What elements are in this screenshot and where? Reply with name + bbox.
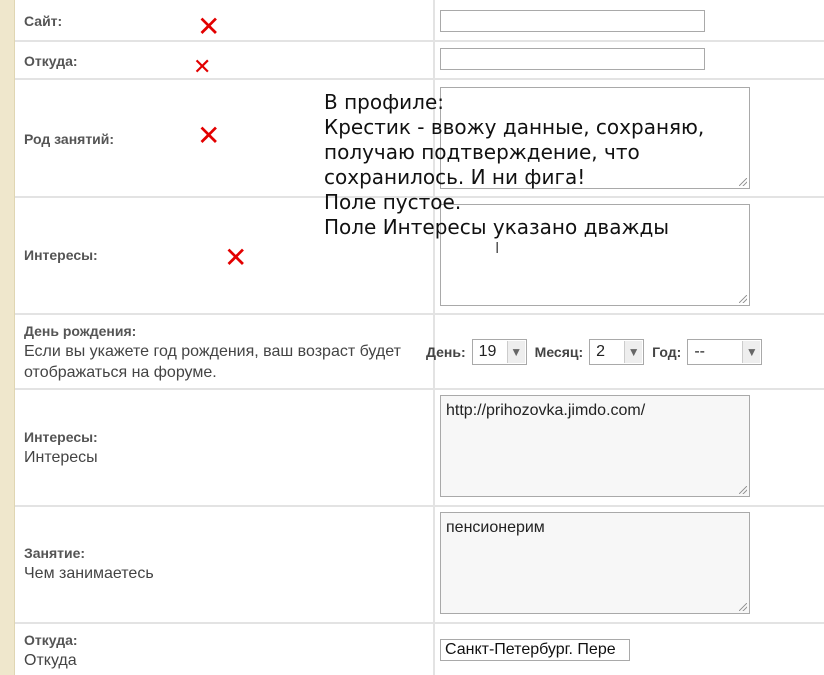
from-label: Откуда: Откуда xyxy=(24,630,78,671)
row-from: Откуда: Откуда Санкт-Петербург. Пере xyxy=(15,624,824,675)
occupation-top-label-text: Род занятий: xyxy=(24,131,115,147)
day-select[interactable]: 19 ▼ xyxy=(471,339,527,365)
birthday-description: Если вы укажете год рождения, ваш возрас… xyxy=(24,343,401,381)
year-select[interactable]: -- ▼ xyxy=(687,339,763,365)
interests-top-label-text: Интересы: xyxy=(24,247,98,263)
month-value: 2 xyxy=(596,343,606,360)
from-top-label-text: Откуда: xyxy=(24,53,78,69)
resize-grip[interactable] xyxy=(739,295,747,303)
birthday-selectors: День: 19 ▼ Месяц: 2 ▼ Год: -- ▼ xyxy=(426,339,763,365)
row-from-top: Откуда: xyxy=(15,42,824,80)
interests-textarea[interactable]: http://prihozovka.jimdo.com/ xyxy=(440,395,750,497)
cross-mark-icon: ✕ xyxy=(193,55,212,80)
from-top-input[interactable] xyxy=(440,48,705,70)
cross-mark-icon: ✕ xyxy=(224,241,248,274)
occupation-value: пенсионерим xyxy=(446,519,545,536)
site-label-text: Сайт: xyxy=(24,13,63,29)
birthday-label: День рождения: Если вы укажете год рожде… xyxy=(24,321,419,383)
chevron-down-icon: ▼ xyxy=(506,341,525,363)
day-label: День: xyxy=(426,344,466,360)
occupation-top-label: Род занятий: xyxy=(24,129,114,149)
occupation-textarea[interactable]: пенсионерим xyxy=(440,512,750,614)
row-interests: Интересы: Интересы http://prihozovka.jim… xyxy=(15,390,824,507)
text-cursor-icon: I xyxy=(495,240,500,257)
year-label: Год: xyxy=(652,344,682,360)
left-sidebar-strip xyxy=(0,0,15,675)
resize-grip[interactable] xyxy=(739,486,747,494)
annotation-note: В профиле: Крестик - ввожу данные, сохра… xyxy=(324,90,705,239)
interests-label: Интересы: Интересы xyxy=(24,427,98,468)
month-label: Месяц: xyxy=(534,344,584,360)
occupation-description: Чем занимаетесь xyxy=(24,565,154,582)
occupation-label-text: Занятие: xyxy=(24,545,86,561)
birthday-label-text: День рождения: xyxy=(24,323,137,339)
month-select[interactable]: 2 ▼ xyxy=(589,339,645,365)
cross-mark-icon: ✕ xyxy=(197,10,221,43)
year-value: -- xyxy=(694,343,705,360)
resize-grip[interactable] xyxy=(739,603,747,611)
row-occupation: Занятие: Чем занимаетесь пенсионерим xyxy=(15,507,824,624)
from-label-text: Откуда: xyxy=(24,632,78,648)
from-description: Откуда xyxy=(24,652,77,669)
occupation-label: Занятие: Чем занимаетесь xyxy=(24,543,154,584)
interests-description: Интересы xyxy=(24,449,98,466)
interests-top-label: Интересы: xyxy=(24,245,98,265)
from-top-label: Откуда: xyxy=(24,51,78,71)
from-input[interactable]: Санкт-Петербург. Пере xyxy=(440,639,630,661)
chevron-down-icon: ▼ xyxy=(742,341,761,363)
interests-label-text: Интересы: xyxy=(24,429,98,445)
site-input[interactable] xyxy=(440,10,705,32)
resize-grip[interactable] xyxy=(739,178,747,186)
cross-mark-icon: ✕ xyxy=(197,119,221,152)
chevron-down-icon: ▼ xyxy=(624,341,643,363)
row-site: Сайт: xyxy=(15,0,824,42)
interests-value: http://prihozovka.jimdo.com/ xyxy=(446,402,646,419)
site-label: Сайт: xyxy=(24,11,62,31)
day-value: 19 xyxy=(478,343,497,360)
